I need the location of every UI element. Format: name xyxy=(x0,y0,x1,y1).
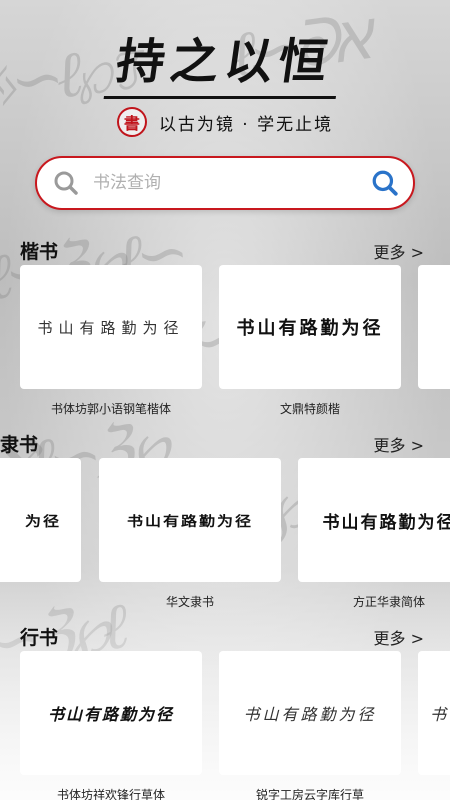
section-xingshu: 行书 更多 > 书山有路勤为径 书体坊祥欢锋行草体 书山有路勤为径 锐字工房云字… xyxy=(0,623,450,800)
app-header: 持之以恒 書 以古为镜 · 学无止境 xyxy=(0,22,450,137)
font-name: 文鼎特颜楷 xyxy=(279,402,340,416)
font-card[interactable]: 书山有路勤为径 书体坊祥欢锋行草体 xyxy=(20,651,202,800)
font-card[interactable]: 书山有路勤为径 书体坊郭小语钢笔楷体 xyxy=(20,265,202,417)
search-input[interactable] xyxy=(93,173,371,193)
font-card[interactable]: 书 xyxy=(418,651,450,786)
section-title: 楷书 xyxy=(20,241,59,263)
font-sample: 书山有路勤为径 xyxy=(322,512,450,533)
font-sample: 书山有路勤为径 xyxy=(236,318,384,339)
font-name: 书体坊郭小语钢笔楷体 xyxy=(50,402,171,416)
section-title: 行书 xyxy=(20,627,59,649)
more-link[interactable]: 更多 > xyxy=(374,239,425,263)
font-sample: 为径 xyxy=(24,513,61,530)
font-sample: 书山有路勤为径 xyxy=(37,318,185,337)
more-link[interactable]: 更多 > xyxy=(374,432,425,456)
search-icon xyxy=(53,170,79,196)
app-subtitle: 以古为镜 · 学无止境 xyxy=(158,114,334,135)
search-bar[interactable] xyxy=(35,156,415,210)
font-sample: 书山有路勤为径 xyxy=(126,513,253,530)
section-title: 隶书 xyxy=(0,434,39,456)
font-sample: 书山有路勤为径 xyxy=(47,705,174,724)
font-sample: 书 xyxy=(430,705,450,724)
font-name: 书体坊祥欢锋行草体 xyxy=(56,788,165,800)
section-lishu: 隶书 更多 > 为径 书简 书山有路勤为径 华文隶书 书山有路勤为径 方正华隶简… xyxy=(0,430,450,620)
font-card[interactable] xyxy=(418,265,450,400)
more-link[interactable]: 更多 > xyxy=(374,625,425,649)
font-card[interactable]: 为径 书简 xyxy=(0,458,81,610)
section-kaishu: 楷书 更多 > 书山有路勤为径 书体坊郭小语钢笔楷体 书山有路勤为径 文鼎特颜楷 xyxy=(0,237,450,427)
font-card[interactable]: 书山有路勤为径 华文隶书 xyxy=(99,458,281,610)
font-card[interactable]: 书山有路勤为径 锐字工房云字库行草 xyxy=(219,651,401,800)
font-sample: 书山有路勤为径 xyxy=(243,705,377,724)
font-name: 锐字工房云字库行草 xyxy=(255,788,364,800)
app-title: 持之以恒 xyxy=(103,22,347,99)
font-name: 华文隶书 xyxy=(165,595,214,609)
font-card[interactable]: 书山有路勤为径 文鼎特颜楷 xyxy=(219,265,401,417)
seal-icon: 書 xyxy=(116,107,147,137)
search-submit-icon[interactable] xyxy=(371,169,399,197)
font-name: 方正华隶简体 xyxy=(352,595,425,609)
font-name: 书简 xyxy=(0,593,81,610)
font-card[interactable]: 书山有路勤为径 方正华隶简体 xyxy=(298,458,450,610)
